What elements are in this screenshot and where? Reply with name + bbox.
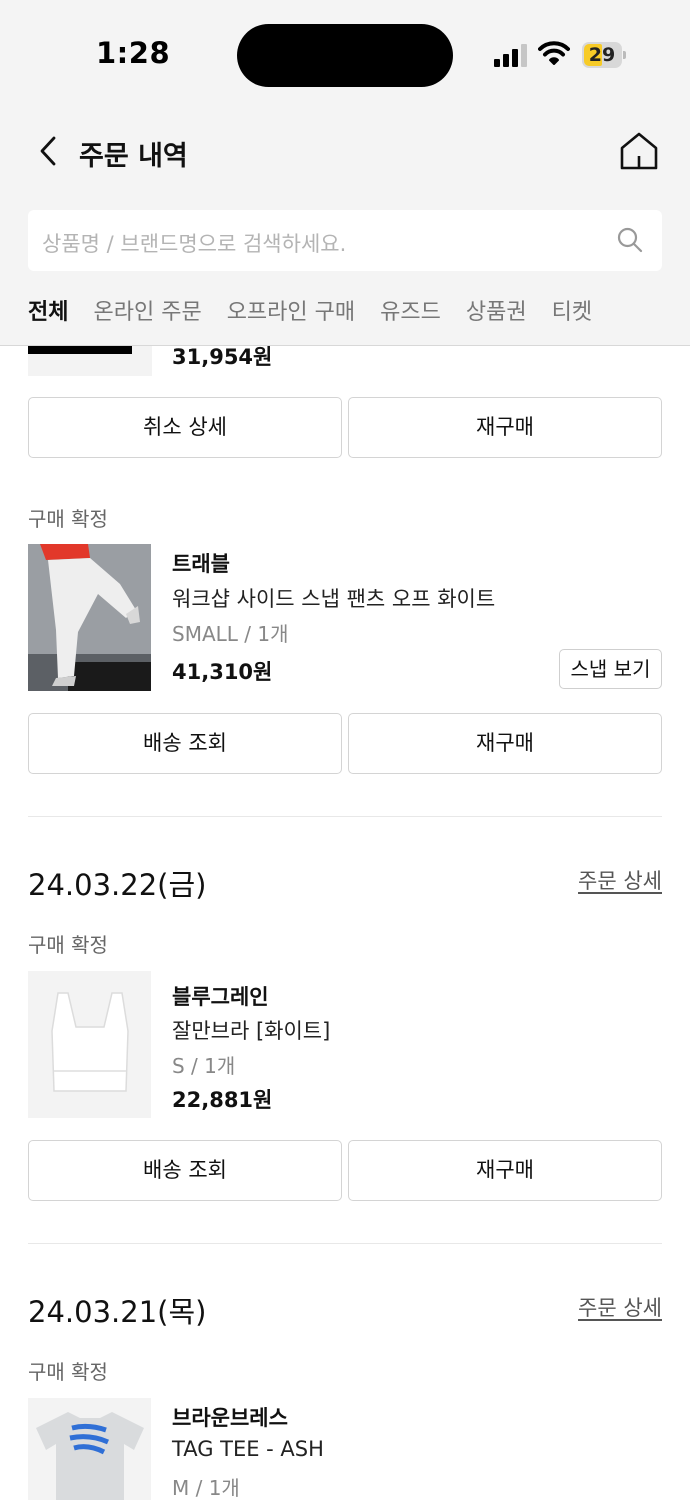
product-name[interactable]: TAG TEE - ASH bbox=[172, 1437, 324, 1461]
back-arrow-icon[interactable] bbox=[32, 134, 66, 168]
product-name[interactable]: 잘만브라 [화이트] bbox=[172, 1015, 330, 1045]
search-icon[interactable] bbox=[616, 226, 644, 254]
tab-gift-card[interactable]: 상품권 bbox=[466, 294, 527, 326]
status-time: 1:28 bbox=[96, 36, 171, 70]
search-placeholder: 상품명 / 브랜드명으로 검색하세요. bbox=[42, 232, 347, 256]
product-option: S / 1개 bbox=[172, 1054, 236, 1078]
order-detail-link[interactable]: 주문 상세 bbox=[578, 865, 662, 895]
reorder-button[interactable]: 재구매 bbox=[348, 397, 662, 458]
header-area: 1:28 29 주문 내역 상품명 / 브랜드명으로 검색하세요. 전체 온라인… bbox=[0, 0, 690, 346]
product-option: M / 1개 bbox=[172, 1476, 240, 1500]
snap-view-button[interactable]: 스냅 보기 bbox=[559, 649, 662, 689]
product-brand: 트래블 bbox=[172, 552, 230, 576]
order-status: 구매 확정 bbox=[28, 507, 108, 531]
page-title: 주문 내역 bbox=[79, 141, 188, 172]
product-thumbnail[interactable] bbox=[28, 1398, 151, 1500]
tab-used[interactable]: 유즈드 bbox=[380, 294, 441, 326]
battery-level: 29 bbox=[588, 44, 616, 66]
product-option: SMALL / 1개 bbox=[172, 622, 289, 646]
product-thumbnail[interactable] bbox=[28, 544, 151, 691]
tab-online-order[interactable]: 온라인 주문 bbox=[93, 294, 201, 326]
battery-icon: 29 bbox=[582, 42, 626, 68]
product-brand: 블루그레인 bbox=[172, 985, 269, 1009]
tab-offline-purchase[interactable]: 오프라인 구매 bbox=[227, 294, 355, 326]
reorder-button[interactable]: 재구매 bbox=[348, 1140, 662, 1201]
track-delivery-button[interactable]: 배송 조회 bbox=[28, 1140, 342, 1201]
cellular-signal-icon bbox=[494, 43, 528, 67]
order-date: 24.03.22(금) bbox=[28, 868, 207, 902]
order-date: 24.03.21(목) bbox=[28, 1295, 207, 1329]
order-divider bbox=[28, 1243, 662, 1244]
reorder-button[interactable]: 재구매 bbox=[348, 713, 662, 774]
product-price: 41,310원 bbox=[172, 660, 273, 684]
order-detail-link[interactable]: 주문 상세 bbox=[578, 1292, 662, 1322]
product-price: 22,881원 bbox=[172, 1088, 273, 1112]
cancel-detail-button[interactable]: 취소 상세 bbox=[28, 397, 342, 458]
wifi-icon bbox=[538, 40, 570, 66]
order-status: 구매 확정 bbox=[28, 1360, 108, 1384]
tab-ticket[interactable]: 티켓 bbox=[552, 294, 592, 326]
product-name[interactable]: 워크샵 사이드 스냅 팬츠 오프 화이트 bbox=[172, 583, 495, 613]
tab-all[interactable]: 전체 bbox=[28, 294, 68, 326]
dynamic-island bbox=[237, 24, 453, 87]
search-input[interactable]: 상품명 / 브랜드명으로 검색하세요. bbox=[28, 210, 662, 271]
track-delivery-button[interactable]: 배송 조회 bbox=[28, 713, 342, 774]
home-icon[interactable] bbox=[618, 130, 660, 172]
filter-tabs: 전체 온라인 주문 오프라인 구매 유즈드 상품권 티켓 bbox=[28, 294, 617, 326]
product-brand: 브라운브레스 bbox=[172, 1406, 288, 1430]
order-divider bbox=[28, 816, 662, 817]
product-thumbnail[interactable] bbox=[28, 971, 151, 1118]
order-status: 구매 확정 bbox=[28, 933, 108, 957]
